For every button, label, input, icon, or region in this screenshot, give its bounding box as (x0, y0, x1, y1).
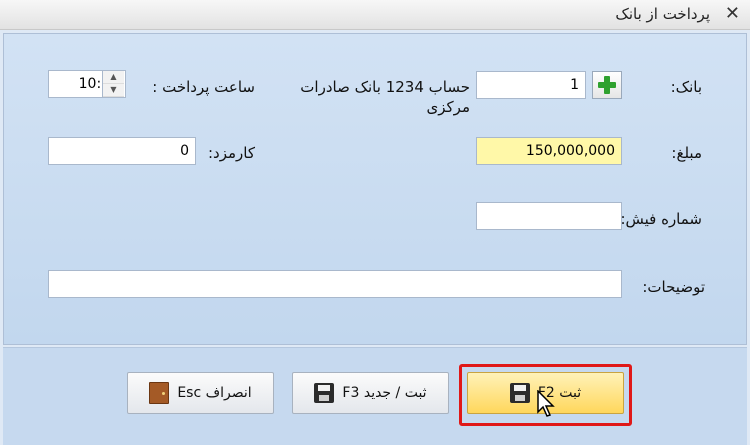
add-bank-button[interactable] (592, 71, 622, 99)
spin-up-icon[interactable]: ▲ (103, 71, 124, 84)
save-new-button[interactable]: ثبت / جدید F3 (292, 372, 449, 414)
close-icon[interactable]: ✕ (725, 3, 740, 24)
title-bar: ✕ پرداخت از بانک (0, 0, 750, 30)
save-new-button-label: ثبت / جدید F3 (342, 385, 427, 401)
window-title: پرداخت از بانک (615, 5, 710, 23)
fee-field[interactable] (48, 137, 196, 165)
bank-account-text: حساب 1234 بانک صادرات مرکزی (300, 78, 470, 116)
plus-icon (598, 76, 616, 94)
description-label: توضیحات: (642, 278, 705, 296)
bank-code-field[interactable] (476, 71, 586, 99)
amount-field[interactable] (476, 137, 622, 165)
save-icon (314, 383, 335, 403)
mouse-cursor-icon (537, 390, 555, 417)
save-icon (509, 383, 530, 403)
payment-time-label: ساعت پرداخت : (152, 78, 255, 96)
bank-label: بانک: (670, 78, 702, 96)
amount-label: مبلغ: (671, 144, 702, 162)
time-spinner[interactable]: ▲ ▼ (102, 71, 124, 97)
receipt-number-label: شماره فیش: (620, 210, 702, 228)
fee-label: کارمزد: (208, 144, 255, 162)
door-exit-icon (149, 382, 170, 404)
description-field[interactable] (48, 270, 622, 298)
cancel-button[interactable]: انصراف Esc (127, 372, 274, 414)
receipt-number-field[interactable] (476, 202, 622, 230)
cancel-button-label: انصراف Esc (177, 385, 252, 401)
spin-down-icon[interactable]: ▼ (103, 84, 124, 97)
